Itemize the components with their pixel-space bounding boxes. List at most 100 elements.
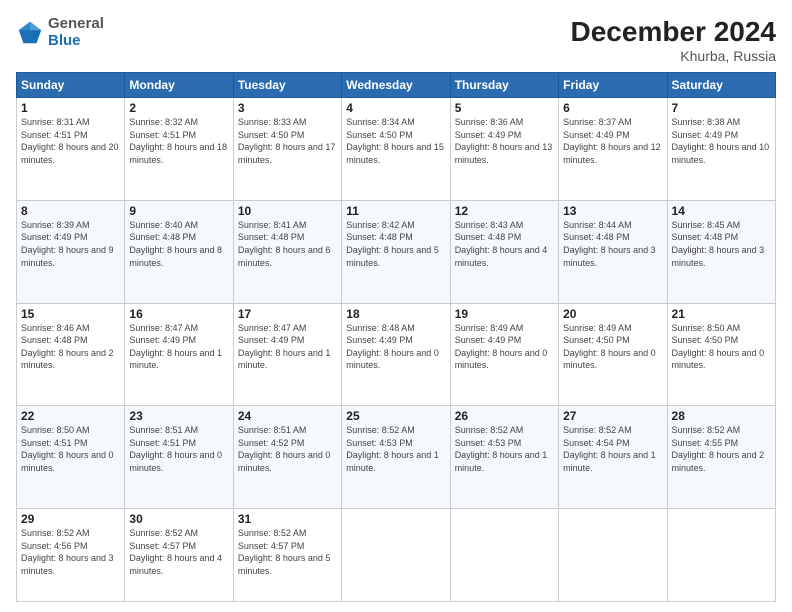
table-row: 18 Sunrise: 8:48 AM Sunset: 4:49 PM Dayl… — [342, 303, 450, 406]
page: General Blue December 2024 Khurba, Russi… — [0, 0, 792, 612]
table-row: 27 Sunrise: 8:52 AM Sunset: 4:54 PM Dayl… — [559, 406, 667, 509]
table-row: 25 Sunrise: 8:52 AM Sunset: 4:53 PM Dayl… — [342, 406, 450, 509]
day-number: 29 — [21, 512, 120, 526]
day-info: Sunrise: 8:38 AM Sunset: 4:49 PM Dayligh… — [672, 116, 771, 166]
day-number: 11 — [346, 204, 445, 218]
day-number: 10 — [238, 204, 337, 218]
day-number: 27 — [563, 409, 662, 423]
day-info: Sunrise: 8:47 AM Sunset: 4:49 PM Dayligh… — [129, 322, 228, 372]
table-row: 26 Sunrise: 8:52 AM Sunset: 4:53 PM Dayl… — [450, 406, 558, 509]
col-sunday: Sunday — [17, 73, 125, 98]
table-row: 1 Sunrise: 8:31 AM Sunset: 4:51 PM Dayli… — [17, 98, 125, 201]
title-block: December 2024 Khurba, Russia — [571, 16, 776, 64]
day-number: 21 — [672, 307, 771, 321]
calendar-table: Sunday Monday Tuesday Wednesday Thursday… — [16, 72, 776, 602]
col-friday: Friday — [559, 73, 667, 98]
day-info: Sunrise: 8:41 AM Sunset: 4:48 PM Dayligh… — [238, 219, 337, 269]
calendar-row: 8 Sunrise: 8:39 AM Sunset: 4:49 PM Dayli… — [17, 200, 776, 303]
title-month: December 2024 — [571, 16, 776, 48]
day-info: Sunrise: 8:46 AM Sunset: 4:48 PM Dayligh… — [21, 322, 120, 372]
table-row: 7 Sunrise: 8:38 AM Sunset: 4:49 PM Dayli… — [667, 98, 775, 201]
day-info: Sunrise: 8:36 AM Sunset: 4:49 PM Dayligh… — [455, 116, 554, 166]
table-row: 14 Sunrise: 8:45 AM Sunset: 4:48 PM Dayl… — [667, 200, 775, 303]
table-row: 15 Sunrise: 8:46 AM Sunset: 4:48 PM Dayl… — [17, 303, 125, 406]
table-row: 30 Sunrise: 8:52 AM Sunset: 4:57 PM Dayl… — [125, 509, 233, 602]
day-info: Sunrise: 8:34 AM Sunset: 4:50 PM Dayligh… — [346, 116, 445, 166]
day-number: 26 — [455, 409, 554, 423]
table-row: 9 Sunrise: 8:40 AM Sunset: 4:48 PM Dayli… — [125, 200, 233, 303]
title-location: Khurba, Russia — [571, 48, 776, 64]
day-info: Sunrise: 8:52 AM Sunset: 4:54 PM Dayligh… — [563, 424, 662, 474]
calendar-row: 22 Sunrise: 8:50 AM Sunset: 4:51 PM Dayl… — [17, 406, 776, 509]
table-row: 11 Sunrise: 8:42 AM Sunset: 4:48 PM Dayl… — [342, 200, 450, 303]
table-row: 6 Sunrise: 8:37 AM Sunset: 4:49 PM Dayli… — [559, 98, 667, 201]
logo-icon — [16, 19, 44, 47]
table-row: 23 Sunrise: 8:51 AM Sunset: 4:51 PM Dayl… — [125, 406, 233, 509]
calendar-header-row: Sunday Monday Tuesday Wednesday Thursday… — [17, 73, 776, 98]
day-info: Sunrise: 8:31 AM Sunset: 4:51 PM Dayligh… — [21, 116, 120, 166]
logo: General Blue — [16, 16, 104, 49]
day-number: 15 — [21, 307, 120, 321]
table-row: 20 Sunrise: 8:49 AM Sunset: 4:50 PM Dayl… — [559, 303, 667, 406]
table-row — [559, 509, 667, 602]
table-row: 2 Sunrise: 8:32 AM Sunset: 4:51 PM Dayli… — [125, 98, 233, 201]
day-info: Sunrise: 8:52 AM Sunset: 4:53 PM Dayligh… — [455, 424, 554, 474]
day-info: Sunrise: 8:37 AM Sunset: 4:49 PM Dayligh… — [563, 116, 662, 166]
day-number: 7 — [672, 101, 771, 115]
day-number: 6 — [563, 101, 662, 115]
day-number: 4 — [346, 101, 445, 115]
table-row — [450, 509, 558, 602]
day-number: 2 — [129, 101, 228, 115]
day-info: Sunrise: 8:32 AM Sunset: 4:51 PM Dayligh… — [129, 116, 228, 166]
day-info: Sunrise: 8:47 AM Sunset: 4:49 PM Dayligh… — [238, 322, 337, 372]
table-row — [667, 509, 775, 602]
day-info: Sunrise: 8:40 AM Sunset: 4:48 PM Dayligh… — [129, 219, 228, 269]
day-info: Sunrise: 8:43 AM Sunset: 4:48 PM Dayligh… — [455, 219, 554, 269]
day-info: Sunrise: 8:39 AM Sunset: 4:49 PM Dayligh… — [21, 219, 120, 269]
day-number: 18 — [346, 307, 445, 321]
day-info: Sunrise: 8:45 AM Sunset: 4:48 PM Dayligh… — [672, 219, 771, 269]
table-row: 28 Sunrise: 8:52 AM Sunset: 4:55 PM Dayl… — [667, 406, 775, 509]
day-number: 8 — [21, 204, 120, 218]
day-info: Sunrise: 8:52 AM Sunset: 4:57 PM Dayligh… — [238, 527, 337, 577]
day-info: Sunrise: 8:44 AM Sunset: 4:48 PM Dayligh… — [563, 219, 662, 269]
logo-text: General Blue — [48, 16, 104, 49]
table-row: 5 Sunrise: 8:36 AM Sunset: 4:49 PM Dayli… — [450, 98, 558, 201]
day-number: 19 — [455, 307, 554, 321]
col-tuesday: Tuesday — [233, 73, 341, 98]
table-row: 29 Sunrise: 8:52 AM Sunset: 4:56 PM Dayl… — [17, 509, 125, 602]
day-number: 31 — [238, 512, 337, 526]
day-info: Sunrise: 8:49 AM Sunset: 4:49 PM Dayligh… — [455, 322, 554, 372]
day-number: 13 — [563, 204, 662, 218]
table-row: 21 Sunrise: 8:50 AM Sunset: 4:50 PM Dayl… — [667, 303, 775, 406]
day-info: Sunrise: 8:52 AM Sunset: 4:53 PM Dayligh… — [346, 424, 445, 474]
table-row: 22 Sunrise: 8:50 AM Sunset: 4:51 PM Dayl… — [17, 406, 125, 509]
calendar-row: 1 Sunrise: 8:31 AM Sunset: 4:51 PM Dayli… — [17, 98, 776, 201]
day-info: Sunrise: 8:51 AM Sunset: 4:52 PM Dayligh… — [238, 424, 337, 474]
table-row: 12 Sunrise: 8:43 AM Sunset: 4:48 PM Dayl… — [450, 200, 558, 303]
day-number: 23 — [129, 409, 228, 423]
day-info: Sunrise: 8:50 AM Sunset: 4:51 PM Dayligh… — [21, 424, 120, 474]
table-row — [342, 509, 450, 602]
table-row: 13 Sunrise: 8:44 AM Sunset: 4:48 PM Dayl… — [559, 200, 667, 303]
calendar-row: 15 Sunrise: 8:46 AM Sunset: 4:48 PM Dayl… — [17, 303, 776, 406]
day-info: Sunrise: 8:48 AM Sunset: 4:49 PM Dayligh… — [346, 322, 445, 372]
col-saturday: Saturday — [667, 73, 775, 98]
day-number: 25 — [346, 409, 445, 423]
day-number: 24 — [238, 409, 337, 423]
header: General Blue December 2024 Khurba, Russi… — [16, 16, 776, 64]
table-row: 8 Sunrise: 8:39 AM Sunset: 4:49 PM Dayli… — [17, 200, 125, 303]
table-row: 3 Sunrise: 8:33 AM Sunset: 4:50 PM Dayli… — [233, 98, 341, 201]
day-number: 20 — [563, 307, 662, 321]
day-number: 14 — [672, 204, 771, 218]
day-number: 17 — [238, 307, 337, 321]
day-info: Sunrise: 8:42 AM Sunset: 4:48 PM Dayligh… — [346, 219, 445, 269]
col-wednesday: Wednesday — [342, 73, 450, 98]
day-number: 16 — [129, 307, 228, 321]
table-row: 16 Sunrise: 8:47 AM Sunset: 4:49 PM Dayl… — [125, 303, 233, 406]
table-row: 31 Sunrise: 8:52 AM Sunset: 4:57 PM Dayl… — [233, 509, 341, 602]
day-info: Sunrise: 8:33 AM Sunset: 4:50 PM Dayligh… — [238, 116, 337, 166]
col-monday: Monday — [125, 73, 233, 98]
table-row: 4 Sunrise: 8:34 AM Sunset: 4:50 PM Dayli… — [342, 98, 450, 201]
day-info: Sunrise: 8:50 AM Sunset: 4:50 PM Dayligh… — [672, 322, 771, 372]
